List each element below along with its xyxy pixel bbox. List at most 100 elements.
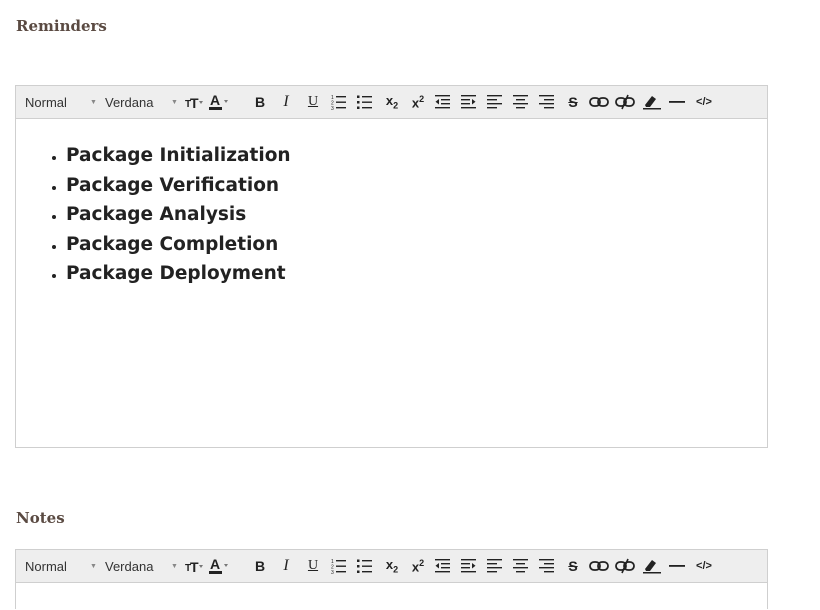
italic-button[interactable]: I [276, 550, 296, 582]
text-size-button[interactable]: T T [184, 86, 204, 118]
code-view-button[interactable]: </> [693, 86, 715, 118]
strikethrough-button[interactable]: S [563, 550, 583, 582]
unordered-list-button[interactable] [355, 86, 375, 118]
unlink-button[interactable] [614, 550, 636, 582]
strikethrough-icon: S [568, 94, 578, 110]
align-right-icon [539, 559, 554, 573]
bold-icon: B [254, 558, 266, 574]
italic-icon: I [283, 93, 289, 110]
superscript-index: 2 [419, 93, 425, 104]
italic-button[interactable]: I [276, 86, 296, 118]
list-item: Package Analysis [66, 200, 747, 230]
link-icon [589, 561, 609, 571]
subscript-index: 2 [393, 564, 399, 575]
align-center-button[interactable] [511, 86, 531, 118]
code-view-button[interactable]: </> [693, 550, 715, 582]
underline-icon: U [307, 94, 319, 109]
bold-button[interactable]: B [250, 550, 270, 582]
format-select-value: Normal [25, 558, 67, 574]
clear-format-button[interactable] [641, 86, 663, 118]
reminders-content[interactable]: Package Initialization Package Verificat… [16, 119, 767, 289]
unordered-list-icon [357, 559, 372, 573]
code-view-icon: </> [696, 559, 712, 572]
font-select[interactable]: Verdana ▼ [105, 86, 181, 118]
horizontal-rule-icon [669, 101, 685, 103]
format-select-value: Normal [25, 94, 67, 110]
text-size-icon: T T [185, 95, 203, 110]
subscript-button[interactable]: x2 [381, 86, 403, 118]
unlink-icon [615, 94, 635, 110]
editor-toolbar: Normal ▼ Verdana ▼ T T A B I U 1 2 3 x2 … [16, 86, 767, 119]
bold-icon: B [254, 94, 266, 110]
notes-title: Notes [16, 509, 65, 527]
outdent-icon [435, 559, 450, 573]
outdent-icon [435, 95, 450, 109]
align-right-button[interactable] [537, 550, 557, 582]
link-icon [589, 97, 609, 107]
clear-format-icon [643, 560, 661, 574]
format-select[interactable]: Normal ▼ [25, 86, 101, 118]
svg-text:T: T [190, 559, 199, 574]
align-center-button[interactable] [511, 550, 531, 582]
list-item: Package Initialization [66, 141, 747, 171]
underline-button[interactable]: U [303, 550, 323, 582]
horizontal-rule-button[interactable] [667, 550, 687, 582]
subscript-icon: x2 [386, 94, 398, 111]
text-size-button[interactable]: T T [184, 550, 204, 582]
indent-icon [461, 559, 476, 573]
font-select-value: Verdana [105, 558, 154, 574]
superscript-icon: x2 [412, 557, 425, 573]
superscript-index: 2 [419, 557, 425, 568]
notes-editor: Normal ▼ Verdana ▼ T T A B I U 1 2 3 x2 … [15, 549, 768, 609]
superscript-icon: x2 [412, 93, 425, 109]
text-size-icon: T T [185, 559, 203, 574]
link-button[interactable] [588, 86, 610, 118]
unordered-list-button[interactable] [355, 550, 375, 582]
chevron-down-icon: ▼ [90, 99, 97, 106]
ordered-list-button[interactable]: 1 2 3 [329, 550, 349, 582]
subscript-index: 2 [393, 100, 399, 111]
list-item: Package Deployment [66, 259, 747, 289]
outdent-button[interactable] [433, 550, 453, 582]
font-color-icon: A [209, 92, 228, 110]
list-item: Package Verification [66, 171, 747, 201]
editor-toolbar: Normal ▼ Verdana ▼ T T A B I U 1 2 3 x2 … [16, 550, 767, 583]
chevron-down-icon: ▼ [171, 563, 178, 570]
subscript-icon: x2 [386, 558, 398, 575]
font-color-icon: A [209, 556, 228, 574]
superscript-button[interactable]: x2 [407, 86, 429, 118]
align-center-icon [513, 559, 528, 573]
bold-button[interactable]: B [250, 86, 270, 118]
unlink-icon [615, 558, 635, 574]
italic-icon: I [283, 557, 289, 574]
unlink-button[interactable] [614, 86, 636, 118]
font-select-value: Verdana [105, 94, 154, 110]
align-left-button[interactable] [485, 550, 505, 582]
align-right-button[interactable] [537, 86, 557, 118]
horizontal-rule-button[interactable] [667, 86, 687, 118]
strikethrough-button[interactable]: S [563, 86, 583, 118]
underline-button[interactable]: U [303, 86, 323, 118]
font-color-button[interactable]: A [208, 550, 230, 582]
ordered-list-icon: 1 2 3 [331, 95, 346, 110]
chevron-down-icon: ▼ [171, 99, 178, 106]
clear-format-button[interactable] [641, 550, 663, 582]
align-left-button[interactable] [485, 86, 505, 118]
subscript-button[interactable]: x2 [381, 550, 403, 582]
superscript-button[interactable]: x2 [407, 550, 429, 582]
outdent-button[interactable] [433, 86, 453, 118]
indent-button[interactable] [459, 550, 479, 582]
reminders-list: Package Initialization Package Verificat… [36, 141, 747, 289]
list-item: Package Completion [66, 230, 747, 260]
ordered-list-button[interactable]: 1 2 3 [329, 86, 349, 118]
align-center-icon [513, 95, 528, 109]
indent-button[interactable] [459, 86, 479, 118]
underline-icon: U [307, 558, 319, 573]
reminders-title: Reminders [16, 17, 107, 35]
font-select[interactable]: Verdana ▼ [105, 550, 181, 582]
svg-text:3: 3 [331, 570, 334, 574]
link-button[interactable] [588, 550, 610, 582]
indent-icon [461, 95, 476, 109]
format-select[interactable]: Normal ▼ [25, 550, 101, 582]
font-color-button[interactable]: A [208, 86, 230, 118]
